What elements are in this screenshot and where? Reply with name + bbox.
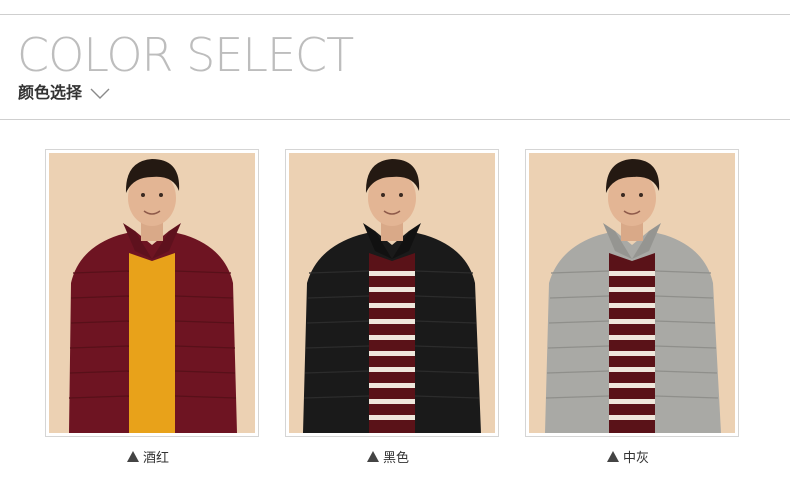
section-title: COLOR SELECT: [17, 28, 354, 82]
color-option-gray[interactable]: [525, 149, 739, 437]
header-divider: [0, 119, 790, 120]
triangle-up-icon: [367, 450, 379, 462]
section-subtitle-row: 颜色选择: [18, 82, 110, 104]
color-caption-gray[interactable]: 中灰: [607, 446, 649, 466]
color-select-page: COLOR SELECT 颜色选择 酒红 黑色 中灰: [0, 0, 790, 490]
triangle-up-icon: [127, 450, 139, 462]
product-photo-wine-red: [49, 153, 255, 433]
triangle-up-icon: [607, 450, 619, 462]
chevron-down-icon: [90, 86, 110, 100]
color-label: 黑色: [383, 450, 410, 466]
product-photo-black: [289, 153, 495, 433]
color-caption-wine-red[interactable]: 酒红: [127, 446, 169, 466]
color-label: 酒红: [143, 450, 170, 466]
color-label: 中灰: [623, 450, 650, 466]
color-option-black[interactable]: [285, 149, 499, 437]
color-option-wine-red[interactable]: [45, 149, 259, 437]
product-photo-gray: [529, 153, 735, 433]
color-caption-black[interactable]: 黑色: [367, 446, 409, 466]
section-subtitle: 颜色选择: [18, 83, 83, 102]
top-divider: [0, 14, 790, 15]
